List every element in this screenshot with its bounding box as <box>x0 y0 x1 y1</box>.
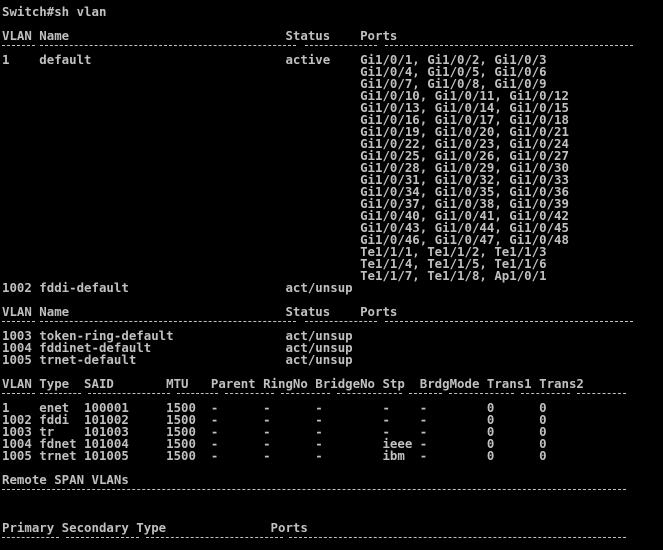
divider <box>40 393 81 394</box>
vlan-row: 1005 trnet-default act/unsup <box>2 352 353 367</box>
vlan-brief-header: VLAN Name Status Ports <box>2 28 398 43</box>
divider <box>2 537 59 538</box>
vlan-row: 1002 fddi-default act/unsup <box>2 280 353 295</box>
divider <box>66 537 139 538</box>
vlan-detail-row: 1005 trnet 101005 1500 - - - ibm - 0 0 <box>2 448 547 463</box>
divider <box>88 393 170 394</box>
divider <box>2 489 626 490</box>
divider <box>281 393 330 394</box>
divider <box>449 393 514 394</box>
divider <box>385 45 633 46</box>
divider <box>2 45 35 46</box>
divider <box>385 321 633 322</box>
divider <box>305 321 377 322</box>
divider <box>577 393 626 394</box>
divider <box>2 393 35 394</box>
divider <box>305 45 377 46</box>
command-prompt: Switch#sh vlan <box>2 4 107 19</box>
divider <box>2 321 35 322</box>
vlan-detail-header: VLAN Type SAID MTU Parent RingNo BridgeN… <box>2 376 584 391</box>
divider <box>289 537 626 538</box>
divider <box>409 393 442 394</box>
remote-span-heading: Remote SPAN VLANs <box>2 472 129 487</box>
terminal-window[interactable]: Switch#sh vlan VLAN Name Status Ports 1 … <box>0 0 663 550</box>
divider <box>40 45 296 46</box>
divider <box>177 393 218 394</box>
divider <box>225 393 274 394</box>
private-vlan-header: Primary Secondary Type Ports <box>2 520 308 535</box>
vlan-brief-header: VLAN Name Status Ports <box>2 304 398 319</box>
divider <box>337 393 402 394</box>
divider <box>146 537 283 538</box>
divider <box>40 321 296 322</box>
divider <box>521 393 570 394</box>
